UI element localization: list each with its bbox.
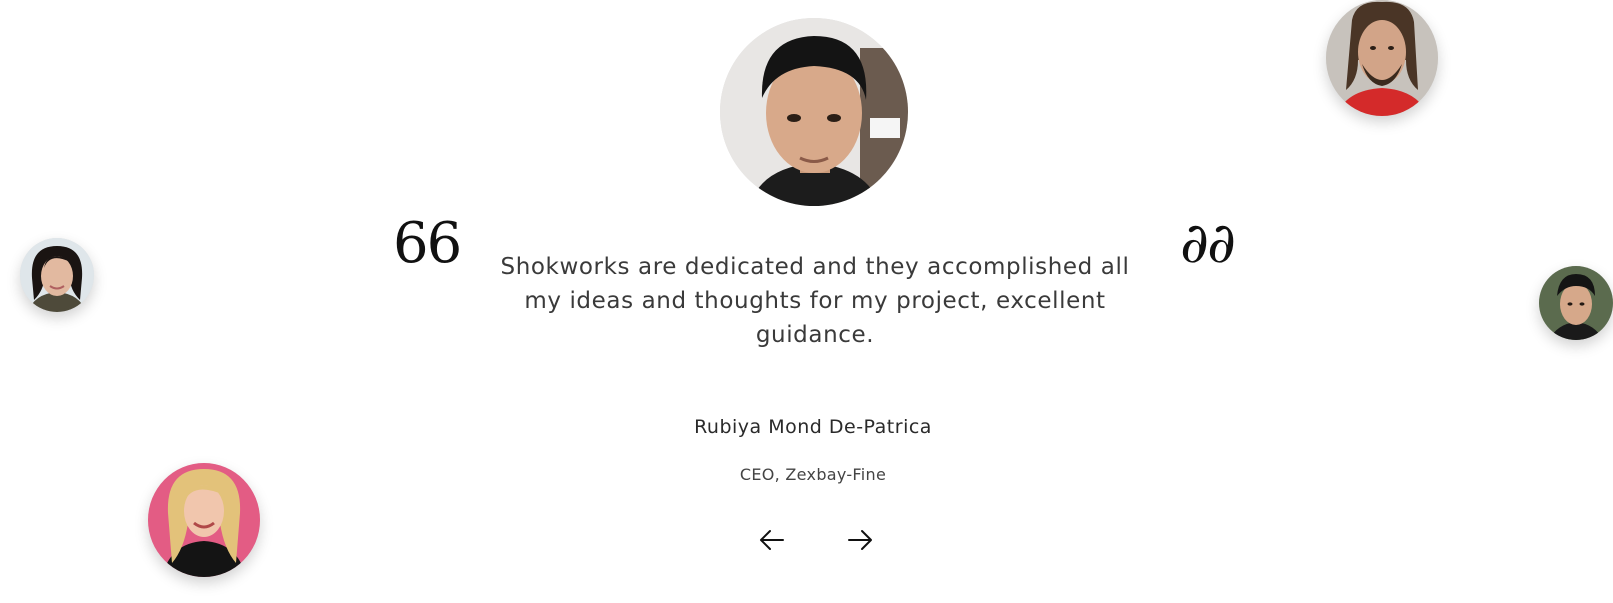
person-portrait-image <box>20 238 94 312</box>
testimonial-avatar-right[interactable] <box>1539 266 1613 340</box>
next-testimonial-button[interactable] <box>845 526 877 554</box>
arrow-left-icon <box>760 530 784 550</box>
testimonial-quote: Shokworks are dedicated and they accompl… <box>500 254 1130 348</box>
testimonial-avatar-top-right[interactable] <box>1326 0 1438 116</box>
author-avatar <box>720 18 908 206</box>
testimonial-avatar-bottom-left[interactable] <box>148 463 260 577</box>
author-name: Rubiya Mond De-Patrica <box>694 416 932 438</box>
previous-testimonial-button[interactable] <box>755 526 787 554</box>
person-portrait-image <box>148 463 260 577</box>
testimonial-avatar-left[interactable] <box>20 238 94 312</box>
author-portrait-image <box>720 18 908 206</box>
person-portrait-image <box>1539 266 1613 340</box>
person-portrait-image <box>1326 0 1438 116</box>
author-title: CEO, Zexbay-Fine <box>739 465 887 484</box>
arrow-right-icon <box>848 530 872 550</box>
close-quote-icon: ∂∂ <box>1180 211 1236 276</box>
open-quote-icon: 66 <box>393 211 462 276</box>
